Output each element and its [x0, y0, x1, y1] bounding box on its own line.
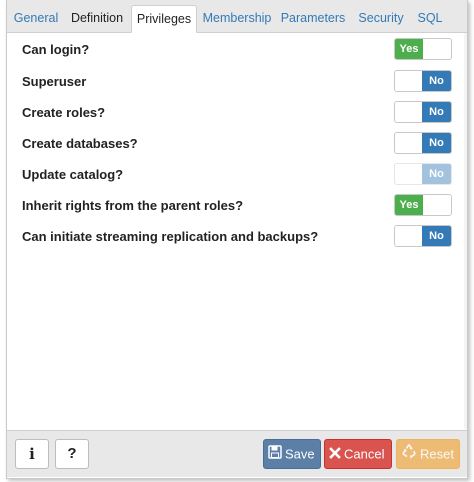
- privilege-label: Inherit rights from the parent roles?: [22, 198, 244, 213]
- info-button[interactable]: i: [15, 439, 49, 469]
- save-label: Save: [285, 446, 315, 462]
- tab-definition[interactable]: Definition: [65, 5, 129, 32]
- tab-parameters[interactable]: Parameters: [279, 5, 347, 32]
- cancel-button[interactable]: Cancel: [324, 439, 392, 469]
- dialog-footer: i ? Save Cancel Reset: [7, 430, 467, 477]
- privilege-row-create-databases: Create databases? No: [7, 132, 467, 156]
- tab-security[interactable]: Security: [355, 5, 407, 32]
- toggle-no: No: [422, 164, 451, 184]
- privilege-label: Can login?: [22, 42, 90, 57]
- create-roles-toggle[interactable]: No: [394, 101, 452, 123]
- cancel-label: Cancel: [344, 446, 385, 462]
- toggle-no: No: [422, 226, 451, 246]
- toggle-yes: Yes: [395, 195, 423, 215]
- privilege-label: Create roles?: [22, 105, 106, 120]
- help-label: ?: [67, 445, 77, 462]
- privilege-row-replication: Can initiate streaming replication and b…: [7, 225, 467, 249]
- content-edge: [464, 33, 467, 429]
- toggle-no: No: [422, 133, 451, 153]
- toggle-yes: Yes: [395, 39, 423, 59]
- reset-button[interactable]: Reset: [396, 439, 460, 469]
- tab-privileges[interactable]: Privileges: [131, 5, 197, 33]
- privilege-row-create-roles: Create roles? No: [7, 101, 467, 125]
- toggle-no: No: [422, 102, 451, 122]
- tab-general[interactable]: General: [11, 5, 61, 32]
- tab-sql[interactable]: SQL: [415, 5, 445, 32]
- privilege-label: Can initiate streaming replication and b…: [22, 229, 319, 244]
- tab-bar: General Definition Privileges Membership…: [7, 0, 467, 33]
- superuser-toggle[interactable]: No: [394, 70, 452, 92]
- recycle-icon: [401, 441, 417, 469]
- privilege-label: Superuser: [22, 74, 87, 89]
- help-button[interactable]: ?: [55, 439, 89, 469]
- info-label: i: [29, 445, 35, 463]
- tab-membership[interactable]: Membership: [201, 5, 273, 32]
- privilege-row-inherit-rights: Inherit rights from the parent roles? Ye…: [7, 194, 467, 218]
- update-catalog-toggle[interactable]: No: [394, 163, 452, 185]
- inherit-rights-toggle[interactable]: Yes: [394, 194, 452, 216]
- x-icon: [329, 441, 341, 469]
- can-login-toggle[interactable]: Yes: [394, 38, 452, 60]
- create-databases-toggle[interactable]: No: [394, 132, 452, 154]
- role-properties-dialog: General Definition Privileges Membership…: [6, 0, 468, 479]
- reset-label: Reset: [420, 446, 454, 462]
- replication-toggle[interactable]: No: [394, 225, 452, 247]
- privilege-label: Update catalog?: [22, 167, 124, 182]
- privilege-row-can-login: Can login? Yes: [7, 38, 467, 62]
- floppy-disk-icon: [268, 441, 282, 469]
- toggle-no: No: [422, 71, 451, 91]
- privilege-label: Create databases?: [22, 136, 138, 151]
- save-button[interactable]: Save: [263, 439, 321, 469]
- privilege-row-superuser: Superuser No: [7, 70, 467, 94]
- privilege-row-update-catalog: Update catalog? No: [7, 163, 467, 187]
